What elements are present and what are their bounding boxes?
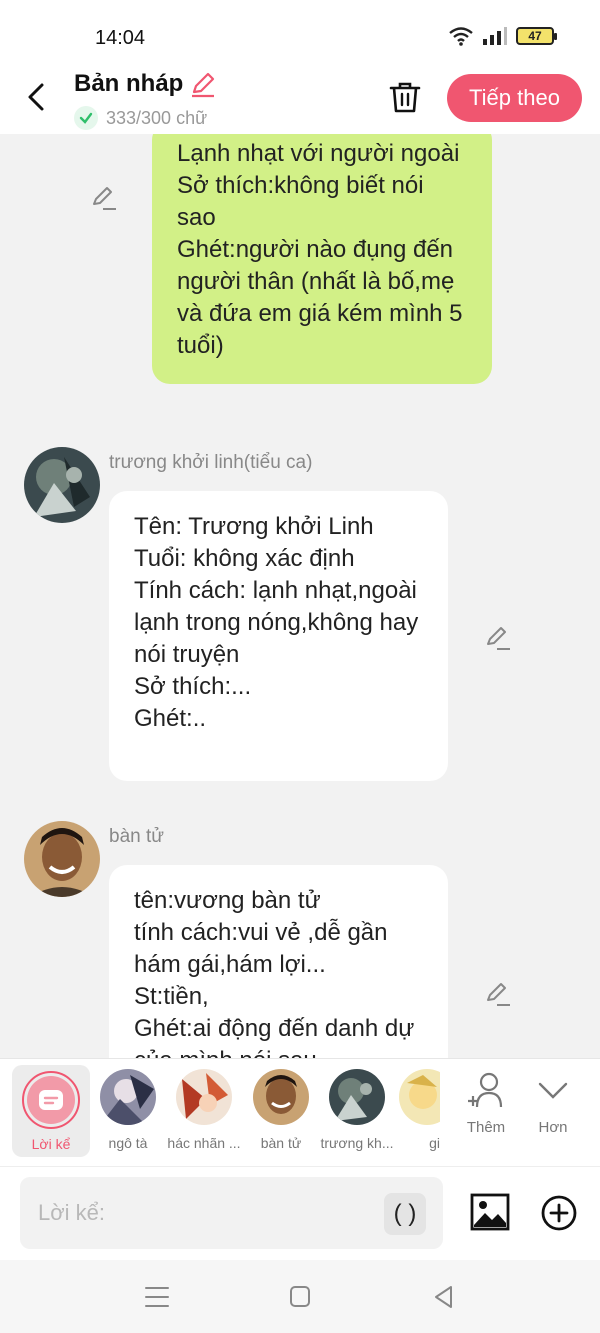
home-square-icon[interactable] bbox=[286, 1284, 314, 1310]
header: Bản nháp 333/300 chữ Tiếp theo bbox=[0, 62, 600, 134]
word-count: 333/300 chữ bbox=[106, 107, 208, 128]
back-triangle-icon[interactable] bbox=[430, 1284, 458, 1310]
status-icons: 47 bbox=[448, 26, 557, 46]
character-message[interactable]: Tên: Trương khởi Linh Tuổi: không xác đị… bbox=[109, 491, 448, 781]
avatar bbox=[100, 1069, 156, 1125]
chevron-down-icon bbox=[538, 1082, 568, 1099]
character-selector: Lời kể ngô tà hác nhãn ... bàn tử trương… bbox=[0, 1058, 600, 1166]
more-label: Hơn bbox=[538, 1119, 568, 1136]
add-person-icon bbox=[468, 1072, 503, 1108]
signal-icon bbox=[483, 27, 507, 45]
next-button[interactable]: Tiếp theo bbox=[447, 74, 582, 122]
character-label: ngô tà bbox=[108, 1135, 148, 1151]
parenthesis-button[interactable]: ( ) bbox=[384, 1193, 426, 1235]
character-name: bàn tử bbox=[109, 826, 164, 847]
page-title-text: Bản nháp bbox=[74, 70, 184, 97]
word-count-row: 333/300 chữ bbox=[74, 106, 217, 130]
avatar bbox=[399, 1069, 440, 1125]
check-icon bbox=[74, 106, 98, 130]
narrator-icon bbox=[39, 1090, 63, 1110]
character-truong-khoi-linh[interactable]: trương kh... bbox=[318, 1069, 396, 1157]
avatar bbox=[329, 1069, 385, 1125]
trash-icon[interactable] bbox=[388, 80, 422, 114]
chat-area[interactable]: Lạnh nhạt với người ngoài Sở thích:không… bbox=[0, 134, 600, 1058]
add-character-button[interactable]: Thêm bbox=[456, 1071, 516, 1136]
avatar bbox=[176, 1069, 232, 1125]
input-bar: ( ) bbox=[0, 1166, 600, 1260]
character-ban-tu[interactable]: bàn tử bbox=[242, 1069, 320, 1157]
avatar bbox=[253, 1069, 309, 1125]
plus-circle-icon[interactable] bbox=[540, 1194, 578, 1232]
image-icon[interactable] bbox=[470, 1193, 510, 1231]
character-label: gi bbox=[429, 1135, 440, 1151]
menu-icon[interactable] bbox=[143, 1284, 171, 1310]
character-partial[interactable]: gi bbox=[394, 1069, 440, 1157]
title-area: Bản nháp 333/300 chữ bbox=[74, 70, 217, 130]
character-label: trương kh... bbox=[320, 1135, 394, 1151]
input-container: ( ) bbox=[20, 1177, 443, 1249]
edit-title-icon[interactable] bbox=[189, 70, 217, 98]
character-label: hác nhãn ... bbox=[167, 1135, 241, 1151]
character-label: bàn tử bbox=[260, 1135, 302, 1151]
character-hac-nhan[interactable]: hác nhãn ... bbox=[165, 1069, 243, 1157]
avatar-ban-tu[interactable] bbox=[24, 821, 100, 897]
battery-icon: 47 bbox=[516, 27, 557, 45]
back-arrow-icon[interactable] bbox=[22, 80, 52, 114]
character-name: trương khởi linh(tiểu ca) bbox=[109, 452, 313, 473]
battery-level: 47 bbox=[528, 29, 542, 43]
message-input[interactable] bbox=[38, 1177, 378, 1249]
avatar-truong-khoi-linh[interactable] bbox=[24, 447, 100, 523]
add-character-label: Thêm bbox=[466, 1119, 506, 1136]
narrator-message[interactable]: Lạnh nhạt với người ngoài Sở thích:không… bbox=[152, 134, 492, 384]
system-nav-bar bbox=[0, 1260, 600, 1333]
wifi-icon bbox=[449, 27, 473, 46]
character-message[interactable]: tên:vương bàn tử tính cách:vui vẻ ,dễ gầ… bbox=[109, 865, 448, 1058]
status-time: 14:04 bbox=[95, 27, 146, 49]
edit-message-icon[interactable] bbox=[484, 624, 512, 652]
narrator-label: Lời kể bbox=[31, 1136, 71, 1152]
character-ngo-ta[interactable]: ngô tà bbox=[89, 1069, 167, 1157]
narrator-selector[interactable]: Lời kể bbox=[12, 1065, 90, 1157]
edit-message-icon[interactable] bbox=[484, 980, 512, 1008]
page-title: Bản nháp bbox=[74, 70, 217, 98]
more-button[interactable]: Hơn bbox=[523, 1071, 583, 1136]
edit-message-icon[interactable] bbox=[90, 184, 118, 212]
status-bar: 14:04 47 bbox=[0, 0, 600, 70]
